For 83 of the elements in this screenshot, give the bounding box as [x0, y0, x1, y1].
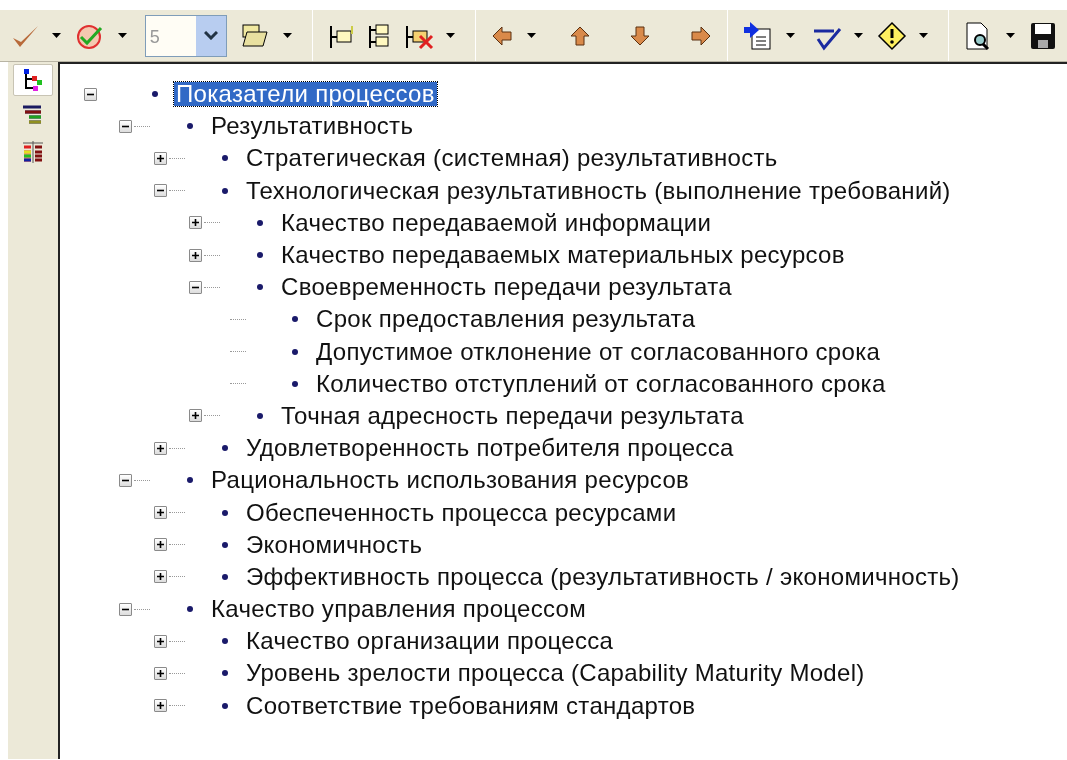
expand-toggle[interactable] — [189, 248, 202, 262]
warning-icon — [876, 20, 907, 51]
collapse-toggle[interactable] — [189, 280, 202, 294]
caret-icon[interactable] — [786, 32, 796, 39]
tree-item[interactable]: Качество управления процессом — [209, 597, 589, 622]
view-button[interactable] — [13, 64, 53, 96]
save-icon — [1028, 20, 1057, 51]
tree-item[interactable]: Срок предоставления результата — [314, 307, 698, 332]
plus-icon — [156, 153, 165, 163]
caret-icon[interactable] — [1005, 32, 1015, 39]
tree-item[interactable]: Точная адресность передачи результата — [279, 403, 746, 428]
tree-item[interactable]: Эффективность процесса (результативность / экономичность) — [244, 564, 962, 589]
bullet-icon — [222, 573, 228, 580]
collapse-toggle[interactable] — [84, 87, 97, 101]
expand-toggle[interactable] — [154, 570, 167, 584]
caret-icon[interactable] — [853, 32, 863, 39]
plus-icon — [156, 508, 165, 518]
tree-item[interactable]: Стратегическая (системная) результативность — [244, 146, 780, 171]
tree-item[interactable]: Обеспеченность процесса ресурсами — [244, 500, 679, 525]
caret-icon[interactable] — [526, 32, 536, 39]
bullet-icon — [257, 219, 263, 226]
chevron-down-icon — [203, 31, 218, 40]
bullet-icon — [222, 541, 228, 548]
columns-view-icon — [21, 140, 45, 164]
bullet-icon — [292, 348, 298, 355]
bullet-icon — [222, 187, 228, 194]
plus-icon — [156, 701, 165, 711]
tree-item[interactable]: Удовлетворенность потребителя процесса — [244, 436, 736, 461]
plus-icon — [156, 636, 165, 646]
bullet-icon — [222, 702, 228, 709]
bullet-icon — [222, 155, 228, 162]
expand-toggle[interactable] — [189, 409, 202, 423]
plus-icon — [191, 250, 200, 260]
tree-item[interactable]: Своевременность передачи результата — [279, 275, 734, 300]
collapse-toggle[interactable] — [119, 119, 132, 133]
expand-toggle[interactable] — [154, 151, 167, 165]
caret-icon[interactable] — [283, 32, 293, 39]
expand-toggle[interactable] — [154, 699, 167, 713]
tree-item[interactable]: Рациональность использования ресурсов — [209, 468, 692, 493]
bullet-icon — [187, 477, 193, 484]
tree-item[interactable]: Результативность — [209, 114, 416, 139]
expand-toggle[interactable] — [154, 634, 167, 648]
collapse-toggle[interactable] — [119, 602, 132, 616]
tree-item[interactable]: Уровень зрелости процесса (Capability Maturity Model) — [244, 661, 867, 686]
expand-toggle[interactable] — [154, 538, 167, 552]
tree-view-icon — [21, 68, 45, 92]
bullet-icon — [257, 252, 263, 259]
caret-icon[interactable] — [446, 32, 456, 39]
bullet-icon — [257, 284, 263, 291]
tree-item[interactable]: Качество передаваемой информации — [279, 210, 714, 235]
expand-toggle[interactable] — [189, 216, 202, 230]
plus-icon — [156, 540, 165, 550]
expand-toggle[interactable] — [154, 506, 167, 520]
expand-toggle[interactable] — [154, 666, 167, 680]
collapse-toggle[interactable] — [119, 473, 132, 487]
plus-icon — [191, 411, 200, 421]
caret-icon[interactable] — [919, 32, 929, 39]
tree-item[interactable]: Экономичность — [244, 532, 425, 557]
caret-icon[interactable] — [52, 32, 62, 39]
tree-item[interactable]: Соответствие требованиям стандартов — [244, 693, 698, 718]
collapse-toggle[interactable] — [154, 184, 167, 198]
plus-icon — [156, 443, 165, 453]
bullet-icon — [187, 606, 193, 613]
caret-icon[interactable] — [117, 32, 127, 39]
bullet-icon — [152, 91, 158, 98]
bullet-icon — [292, 380, 298, 387]
bullet-icon — [222, 638, 228, 645]
tree-item[interactable]: Показатели процессов — [174, 82, 437, 107]
bullet-icon — [222, 445, 228, 452]
expand-toggle[interactable] — [154, 441, 167, 455]
tree-item[interactable]: Качество передаваемых материальных ресурсов — [279, 243, 847, 268]
bullet-icon — [292, 316, 298, 323]
plus-icon — [156, 668, 165, 678]
tree-item[interactable]: Допустимое отклонение от согласованного срока — [314, 339, 883, 364]
tree-item[interactable]: Качество организации процесса — [244, 629, 616, 654]
plus-icon — [191, 218, 200, 228]
tree-item[interactable]: Технологическая результативность (выполнение требований) — [244, 178, 953, 203]
bullet-icon — [222, 509, 228, 516]
plus-icon — [156, 572, 165, 582]
bullet-icon — [222, 670, 228, 677]
tree-item[interactable]: Количество отступлений от согласованного срока — [314, 371, 888, 396]
bullet-icon — [257, 412, 263, 419]
bullet-icon — [187, 123, 193, 130]
